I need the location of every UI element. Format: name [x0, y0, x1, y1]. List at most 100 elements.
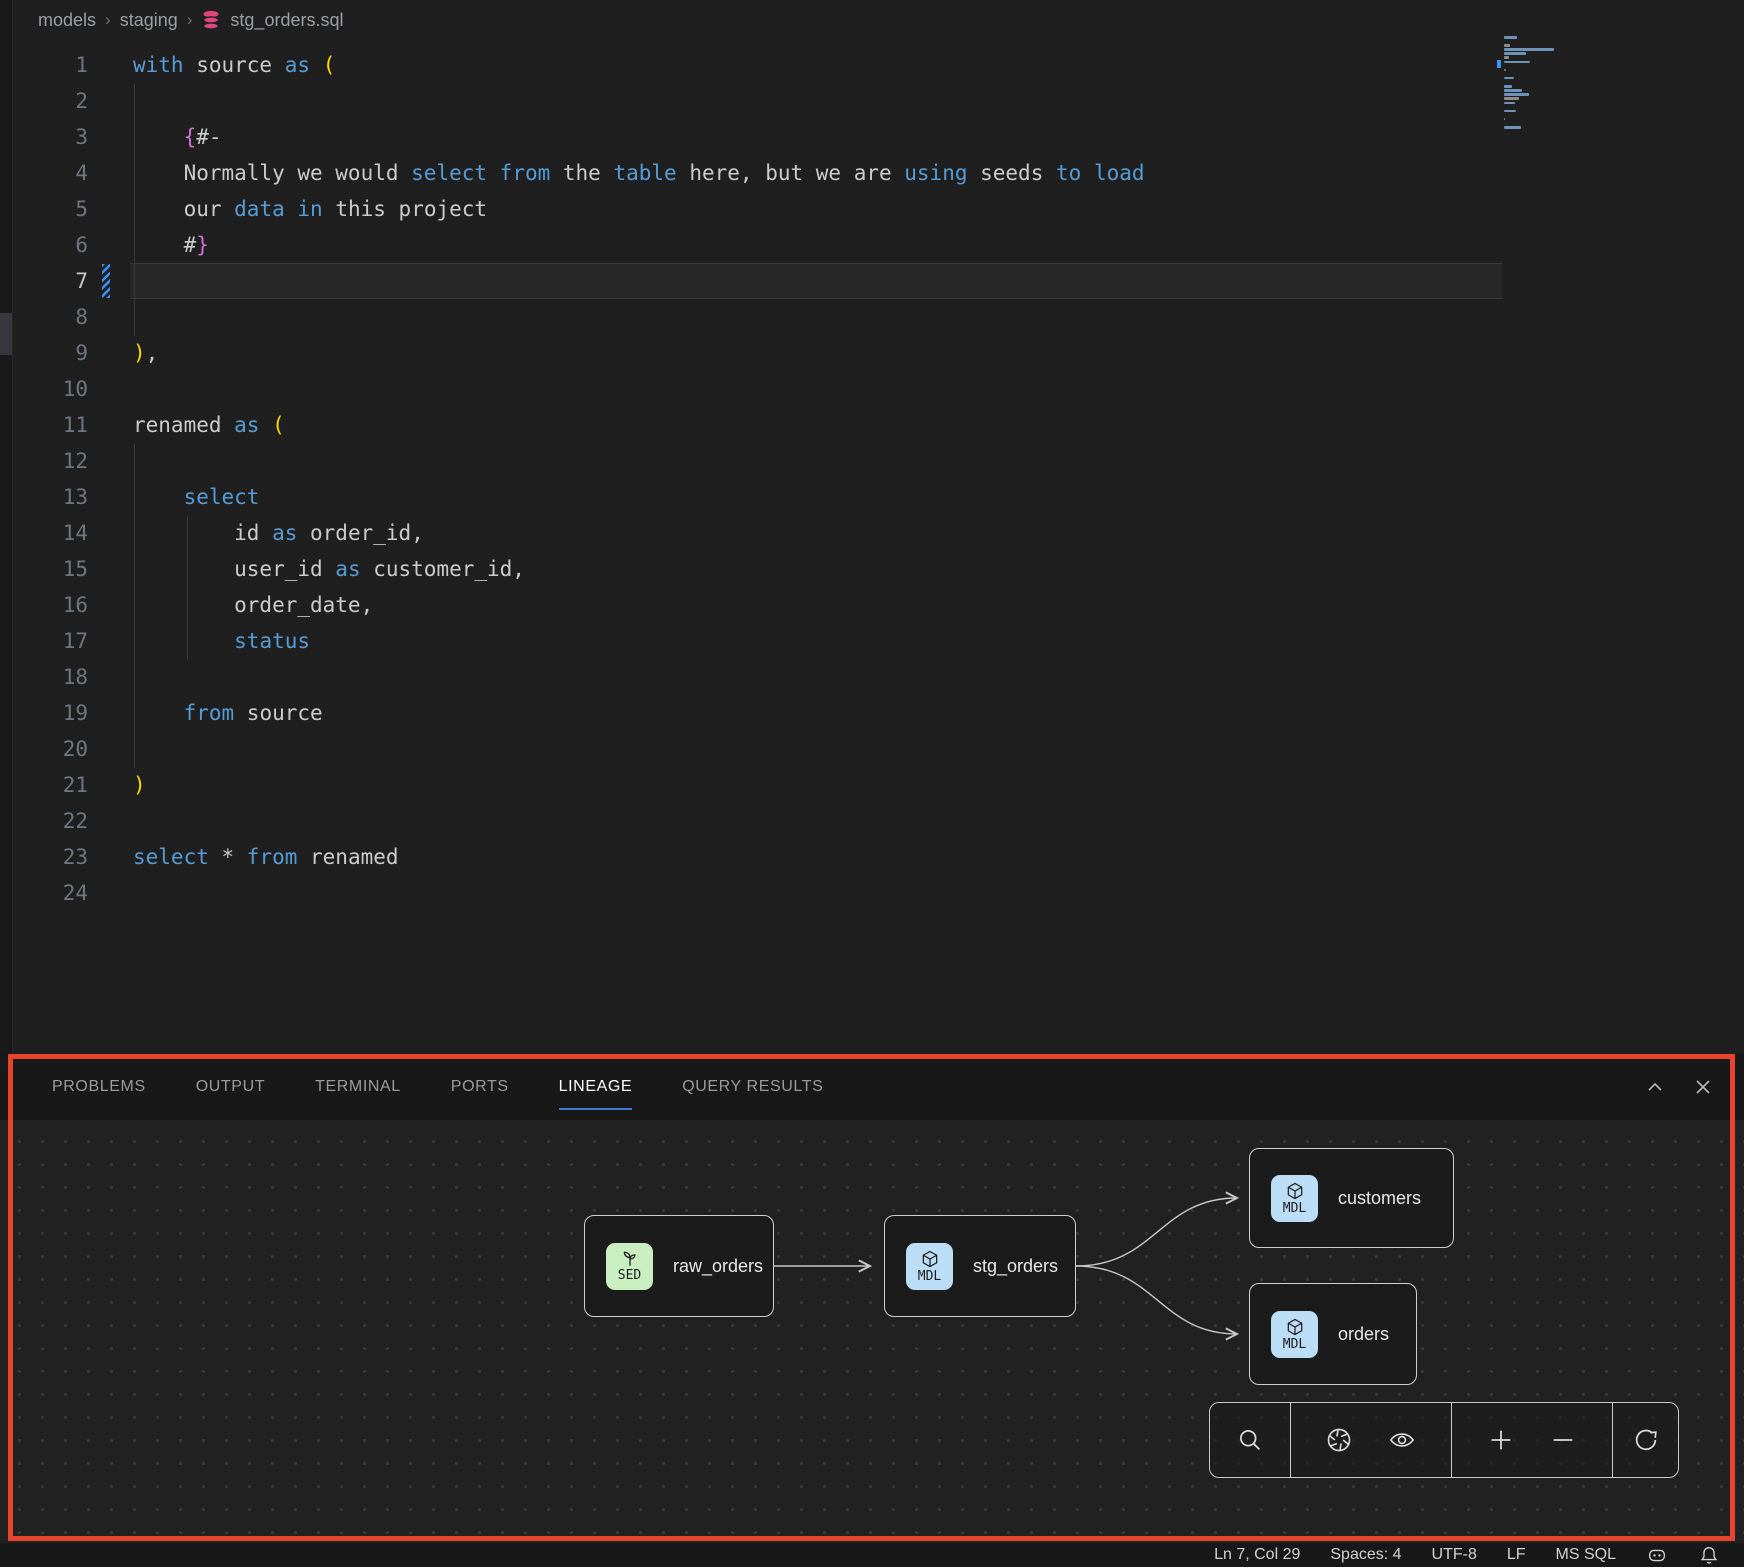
- badge-label: MDL: [1283, 1202, 1306, 1215]
- lineage-node-stg_orders[interactable]: MDL stg_orders: [884, 1215, 1076, 1317]
- line-number: 11: [12, 407, 88, 443]
- code-line-13[interactable]: 13 select: [12, 479, 1744, 515]
- line-number: 22: [12, 803, 88, 839]
- code-line-23[interactable]: 23select * from renamed: [12, 839, 1744, 875]
- status-item-spaces-4[interactable]: Spaces: 4: [1330, 1546, 1401, 1564]
- code-line-8[interactable]: 8: [12, 299, 1744, 335]
- breadcrumb-file[interactable]: stg_orders.sql: [230, 10, 343, 31]
- tab-output[interactable]: OUTPUT: [196, 1054, 265, 1120]
- code-line-12[interactable]: 12: [12, 443, 1744, 479]
- status-item-ms-sql[interactable]: MS SQL: [1556, 1546, 1616, 1564]
- indent-guide: [134, 84, 135, 336]
- refresh-icon[interactable]: [1632, 1426, 1660, 1454]
- code-line-7[interactable]: 7 select * from {{ ref(raw) }}: [12, 263, 1744, 299]
- lineage-node-raw_orders[interactable]: SEDraw_orders: [584, 1215, 774, 1317]
- code-line-text: renamed as (: [88, 407, 285, 443]
- lineage-node-customers[interactable]: MDLcustomers: [1249, 1148, 1454, 1248]
- status-bar: Ln 7, Col 29 Spaces: 4 UTF-8 LF MS SQL: [0, 1543, 1744, 1567]
- code-line-1[interactable]: 1with source as (: [12, 47, 1744, 83]
- line-number: 16: [12, 587, 88, 623]
- badge-label: SED: [618, 1269, 641, 1282]
- lineage-canvas[interactable]: SEDraw_ordersMDLstg_ordersMDLcustomersMD…: [0, 1120, 1744, 1543]
- zoom-out-icon[interactable]: [1549, 1426, 1577, 1454]
- close-icon[interactable]: [1692, 1076, 1714, 1098]
- status-item-ln-7-col-29[interactable]: Ln 7, Col 29: [1214, 1546, 1300, 1564]
- minimap-line: [1504, 93, 1529, 96]
- status-item-lf[interactable]: LF: [1507, 1546, 1526, 1564]
- code-line-text: our data in this project: [88, 191, 487, 227]
- tab-problems[interactable]: PROBLEMS: [52, 1054, 146, 1120]
- line-number: 21: [12, 767, 88, 803]
- bell-icon[interactable]: [1698, 1544, 1720, 1566]
- code-line-16[interactable]: 16 order_date,: [12, 587, 1744, 623]
- code-line-15[interactable]: 15 user_id as customer_id,: [12, 551, 1744, 587]
- line-number: 18: [12, 659, 88, 695]
- line-number: 20: [12, 731, 88, 767]
- code-line-3[interactable]: 3 {#-: [12, 119, 1744, 155]
- minimap-line: [1504, 97, 1519, 100]
- lineage-node-orders[interactable]: MDLorders: [1249, 1283, 1417, 1385]
- line-number: 2: [12, 83, 88, 119]
- breadcrumb-item-models[interactable]: models: [38, 10, 96, 31]
- code-line-24[interactable]: 24: [12, 875, 1744, 911]
- badge-label: MDL: [1283, 1338, 1306, 1351]
- minimap-line: [1504, 77, 1514, 80]
- current-line-highlight: [130, 263, 1502, 299]
- code-line-text: Normally we would select from the table …: [88, 155, 1145, 191]
- code-line-19[interactable]: 19 from source: [12, 695, 1744, 731]
- eye-icon[interactable]: [1387, 1426, 1417, 1454]
- code-line-text: ): [88, 767, 146, 803]
- breadcrumb-separator: ›: [187, 10, 193, 30]
- code-line-20[interactable]: 20: [12, 731, 1744, 767]
- panel-tabbar: PROBLEMS OUTPUT TERMINAL PORTS LINEAGE QUERY …: [0, 1054, 1744, 1120]
- cube-badge: MDL: [1271, 1175, 1318, 1222]
- code-line-4[interactable]: 4 Normally we would select from the tabl…: [12, 155, 1744, 191]
- aperture-icon[interactable]: [1325, 1426, 1353, 1454]
- code-line-2[interactable]: 2: [12, 83, 1744, 119]
- line-number: 15: [12, 551, 88, 587]
- node-label: stg_orders: [973, 1256, 1058, 1277]
- minimap-line: [1504, 85, 1512, 88]
- seedling-badge: SED: [606, 1243, 653, 1290]
- copilot-icon[interactable]: [1646, 1544, 1668, 1566]
- cube-badge: MDL: [906, 1243, 953, 1290]
- zoom-in-icon[interactable]: [1487, 1426, 1515, 1454]
- minimap[interactable]: [1504, 36, 1562, 148]
- line-number: 10: [12, 371, 88, 407]
- code-line-text: with source as (: [88, 47, 335, 83]
- code-editor[interactable]: 1with source as (23 {#-4 Normally we wou…: [12, 47, 1744, 911]
- tab-lineage[interactable]: LINEAGE: [559, 1054, 633, 1120]
- minimap-modified-marker: [1497, 60, 1501, 68]
- code-line-6[interactable]: 6 #}: [12, 227, 1744, 263]
- code-line-9[interactable]: 9),: [12, 335, 1744, 371]
- code-line-5[interactable]: 5 our data in this project: [12, 191, 1744, 227]
- search-icon[interactable]: [1236, 1426, 1264, 1454]
- tab-query-results[interactable]: QUERY RESULTS: [682, 1054, 823, 1120]
- chevron-up-icon[interactable]: [1644, 1076, 1666, 1098]
- line-number: 23: [12, 839, 88, 875]
- line-number: 12: [12, 443, 88, 479]
- minimap-line: [1504, 36, 1517, 39]
- line-number: 4: [12, 155, 88, 191]
- code-line-22[interactable]: 22: [12, 803, 1744, 839]
- code-line-21[interactable]: 21): [12, 767, 1744, 803]
- code-line-14[interactable]: 14 id as order_id,: [12, 515, 1744, 551]
- minimap-line: [1504, 56, 1509, 59]
- code-line-11[interactable]: 11renamed as (: [12, 407, 1744, 443]
- badge-label: MDL: [918, 1270, 941, 1283]
- left-rail-scrollbar-thumb[interactable]: [0, 313, 12, 355]
- code-line-text: [88, 731, 133, 767]
- breadcrumb-item-staging[interactable]: staging: [120, 10, 178, 31]
- editor-region: models›staging› stg_orders.sql 1with sou…: [0, 0, 1744, 1054]
- database-icon: [201, 9, 221, 31]
- code-line-text: [88, 371, 133, 407]
- code-line-18[interactable]: 18: [12, 659, 1744, 695]
- status-item-utf-8[interactable]: UTF-8: [1432, 1546, 1477, 1564]
- tab-terminal[interactable]: TERMINAL: [315, 1054, 401, 1120]
- code-line-text: from source: [88, 695, 323, 731]
- code-line-17[interactable]: 17 status: [12, 623, 1744, 659]
- tab-ports[interactable]: PORTS: [451, 1054, 509, 1120]
- code-line-10[interactable]: 10: [12, 371, 1744, 407]
- code-line-text: [88, 875, 133, 911]
- breadcrumb: models›staging› stg_orders.sql: [38, 9, 343, 31]
